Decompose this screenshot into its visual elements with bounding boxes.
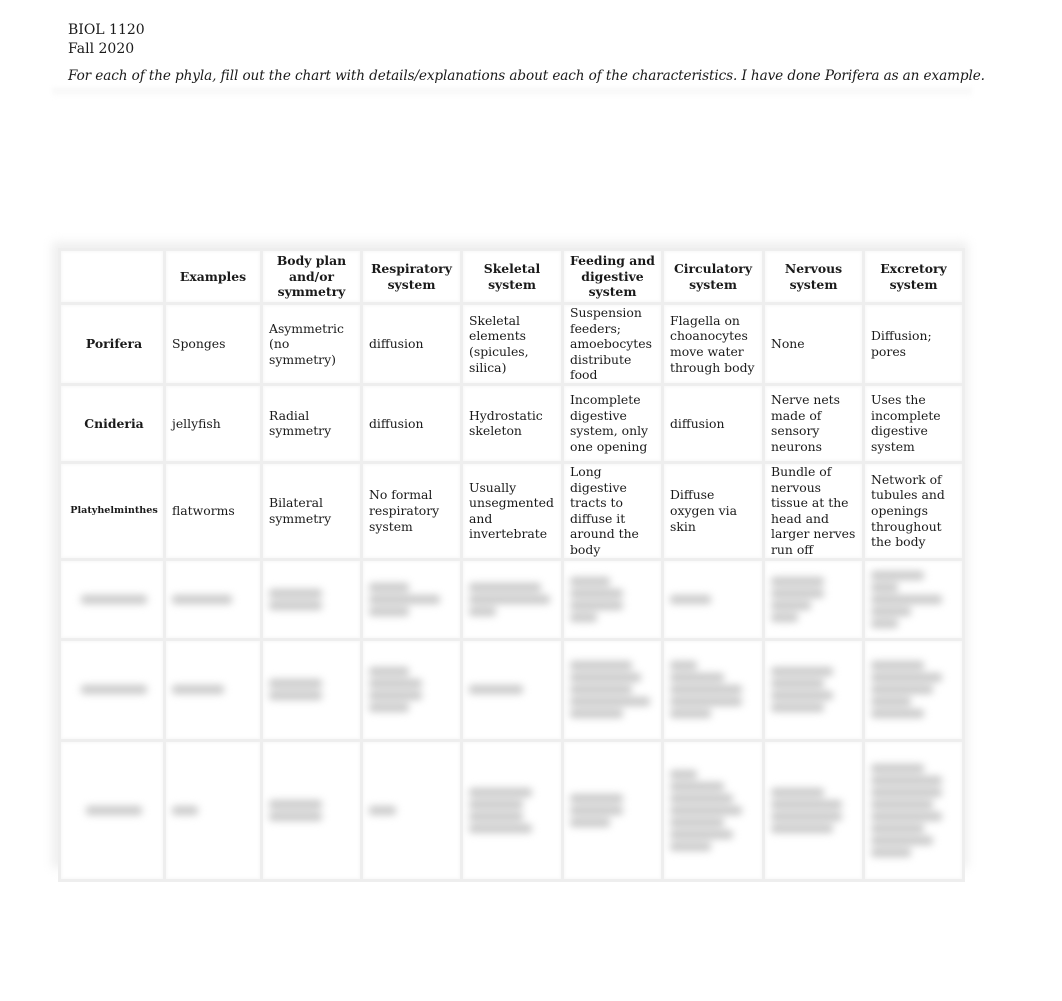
column-header-examples: Examples <box>163 248 263 305</box>
phylum-name: Cnideria <box>58 382 166 464</box>
cell-circulatory: Diffuse oxygen via skin <box>661 460 765 561</box>
blurred-cell <box>260 637 363 742</box>
blurred-row <box>58 738 965 882</box>
phylum-name: Platyhelminthes <box>58 460 166 561</box>
column-header-nervous: Nervous system <box>762 248 865 305</box>
column-header-circulatory: Circulatory system <box>661 248 765 305</box>
cell-nervous: Nerve nets made of sensory neurons <box>762 382 865 464</box>
table-row-cnideria: Cnideria jellyfish Radial symmetry diffu… <box>58 382 965 464</box>
blurred-cell <box>460 557 564 641</box>
column-header-body-plan: Body plan and/or symmetry <box>260 248 363 305</box>
blurred-cell <box>163 738 263 882</box>
cell-nervous: None <box>762 302 865 386</box>
blurred-cell <box>661 557 765 641</box>
blurred-cell <box>862 738 965 882</box>
blurred-cell <box>862 557 965 641</box>
blurred-cell <box>360 637 463 742</box>
cell-body-plan: Bilateral symmetry <box>260 460 363 561</box>
blurred-cell <box>561 738 664 882</box>
blurred-cell <box>661 637 765 742</box>
cell-excretory: Network of tubules and openings througho… <box>862 460 965 561</box>
blurred-cell <box>58 637 166 742</box>
cell-body-plan: Radial symmetry <box>260 382 363 464</box>
cell-circulatory: Flagella on choanocytes move water throu… <box>661 302 765 386</box>
blurred-cell <box>260 557 363 641</box>
blurred-cell <box>762 738 865 882</box>
phyla-table: Examples Body plan and/or symmetry Respi… <box>58 248 965 882</box>
blurred-cell <box>360 738 463 882</box>
cell-examples: Sponges <box>163 302 263 386</box>
blurred-cell <box>762 557 865 641</box>
cell-examples: flatworms <box>163 460 263 561</box>
column-header-phylum <box>58 248 166 305</box>
cell-feeding: Incomplete digestive system, only one op… <box>561 382 664 464</box>
blurred-cell <box>460 637 564 742</box>
cell-skeletal: Usually unsegmented and invertebrate <box>460 460 564 561</box>
header-row: Examples Body plan and/or symmetry Respi… <box>58 248 965 305</box>
blurred-cell <box>163 637 263 742</box>
blurred-cell <box>58 557 166 641</box>
term: Fall 2020 <box>68 41 135 57</box>
cell-excretory: Diffusion; pores <box>862 302 965 386</box>
cell-feeding: Long digestive tracts to diffuse it arou… <box>561 460 664 561</box>
blurred-cell <box>260 738 363 882</box>
blurred-cell <box>58 738 166 882</box>
blurred-row <box>58 637 965 742</box>
column-header-excretory: Excretory system <box>862 248 965 305</box>
cell-skeletal: Skeletal elements (spicules, silica) <box>460 302 564 386</box>
blurred-cell <box>360 557 463 641</box>
cell-respiratory: diffusion <box>360 302 463 386</box>
blurred-cell <box>163 557 263 641</box>
cell-nervous: Bundle of nervous tissue at the head and… <box>762 460 865 561</box>
table-row-porifera: Porifera Sponges Asymmetric (no symmetry… <box>58 302 965 386</box>
cell-feeding: Suspension feeders; amoebocytes distribu… <box>561 302 664 386</box>
divider <box>52 88 972 98</box>
blurred-cell <box>561 637 664 742</box>
cell-circulatory: diffusion <box>661 382 765 464</box>
blurred-cell <box>862 637 965 742</box>
cell-skeletal: Hydrostatic skeleton <box>460 382 564 464</box>
blurred-cell <box>762 637 865 742</box>
course-code: BIOL 1120 <box>68 22 145 38</box>
cell-body-plan: Asymmetric (no symmetry) <box>260 302 363 386</box>
blurred-cell <box>661 738 765 882</box>
blurred-cell <box>561 557 664 641</box>
blurred-row <box>58 557 965 641</box>
cell-respiratory: diffusion <box>360 382 463 464</box>
column-header-skeletal: Skeletal system <box>460 248 564 305</box>
cell-excretory: Uses the incomplete digestive system <box>862 382 965 464</box>
column-header-respiratory: Respiratory system <box>360 248 463 305</box>
blurred-cell <box>460 738 564 882</box>
instructions: For each of the phyla, fill out the char… <box>68 68 985 84</box>
cell-examples: jellyfish <box>163 382 263 464</box>
cell-respiratory: No formal respiratory system <box>360 460 463 561</box>
phylum-name: Porifera <box>58 302 166 386</box>
table-row-platyhelminthes: Platyhelminthes flatworms Bilateral symm… <box>58 460 965 561</box>
column-header-feeding: Feeding and digestive system <box>561 248 664 305</box>
